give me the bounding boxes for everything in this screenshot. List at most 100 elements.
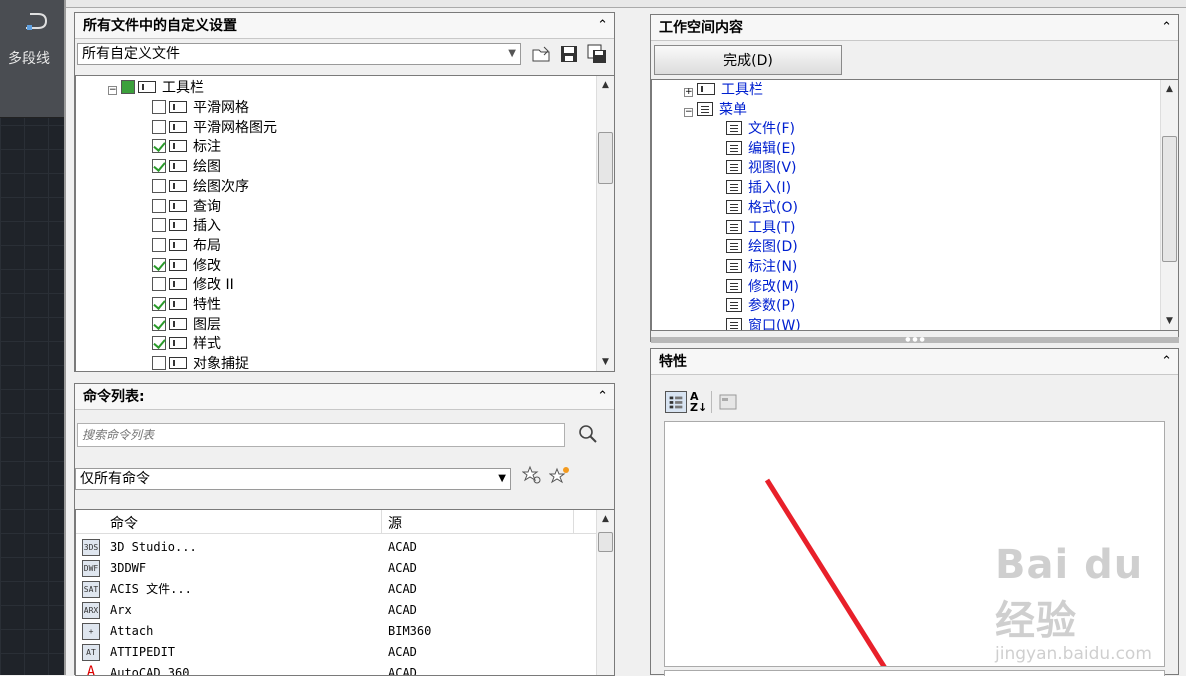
save-as-icon[interactable] [586,43,608,65]
checkbox[interactable] [152,277,166,292]
column-command[interactable]: 命令 [110,513,138,533]
command-grid[interactable]: 命令 源 3DS 3D Studio... ACAD DWF 3DDWF ACAD SAT A… [75,509,615,676]
ws-menu-item[interactable]: 修改(M) [726,278,799,297]
toolbar-item[interactable]: 平滑网格图元 [152,119,277,138]
toolbar-item[interactable]: 修改 II [152,276,234,295]
checkbox[interactable] [152,356,166,371]
ws-menu-item[interactable]: 视图(V) [726,159,797,178]
search-icon[interactable] [577,423,599,445]
customizations-header[interactable]: 所有文件中的自定义设置 ⌃ [75,13,614,39]
toolbar-item[interactable]: 绘图 [152,158,221,177]
checkbox[interactable] [152,139,166,154]
toolbar-item[interactable]: 插入 [152,217,221,236]
collapse-icon[interactable]: ⌃ [1161,349,1172,375]
ws-menu-item[interactable]: 插入(I) [726,179,791,198]
ws-menu-item[interactable]: 标注(N) [726,258,797,277]
table-row[interactable]: + Attach BIM360 [76,621,597,642]
ws-scrollbar[interactable]: ▲ ▼ [1160,80,1178,330]
properties-header[interactable]: 特性 ⌃ [651,349,1178,375]
command-search-input[interactable] [77,423,565,447]
ws-menu-item[interactable]: 格式(O) [726,199,798,218]
toolbar-item[interactable]: 标注 [152,138,221,157]
new-command-icon[interactable] [549,465,571,487]
checkbox[interactable] [152,119,166,134]
menu-icon [726,318,742,330]
tree-scrollbar[interactable]: ▲ ▼ [596,76,614,371]
workspace-header[interactable]: 工作空间内容 ⌃ [651,15,1178,41]
ws-menu-label: 参数(P) [748,298,796,315]
sort-az-icon[interactable]: A Z↓ [687,391,709,413]
ws-menu-item[interactable]: 工具(T) [726,219,795,238]
scroll-down-icon[interactable]: ▼ [1161,312,1178,330]
table-row[interactable]: SAT ACIS 文件... ACAD [76,579,597,600]
ws-node-toolbars[interactable]: + 工具栏 [684,81,763,100]
scroll-thumb[interactable] [1162,136,1177,262]
property-grid[interactable]: Bai du 经验 jingyan.baidu.com [664,421,1165,667]
checkbox[interactable] [152,198,166,213]
ws-node-menus[interactable]: − 菜单 [684,101,747,120]
collapse-icon[interactable]: ⌃ [1161,15,1172,41]
open-file-icon[interactable] [530,43,552,65]
expand-plus-icon[interactable]: + [684,88,693,97]
scroll-up-icon[interactable]: ▲ [597,76,614,94]
collapse-icon[interactable]: ⌃ [597,384,608,410]
table-row[interactable]: 3DS 3D Studio... ACAD [76,537,597,558]
customization-tree[interactable]: − 工具栏 平滑网格 平滑网格图元 标注 绘图 绘图次序 查询 插入 布局 修改 修改 II 特性 图层… [75,75,615,372]
command-filter-select[interactable]: 仅所有命令 ▼ [75,468,511,490]
scroll-up-icon[interactable]: ▲ [1161,80,1178,98]
save-icon[interactable] [558,43,580,65]
table-row[interactable]: DWF 3DDWF ACAD [76,558,597,579]
scroll-thumb[interactable] [598,532,613,552]
checkbox[interactable] [152,218,166,233]
tree-node-toolbars[interactable]: − 工具栏 [108,79,204,98]
ws-menu-label: 窗口(W) [748,318,801,331]
ws-menu-item[interactable]: 绘图(D) [726,238,798,257]
checkbox[interactable] [152,336,166,351]
checkbox[interactable] [152,297,166,311]
ws-menu-item[interactable]: 编辑(E) [726,140,796,159]
table-row[interactable]: AT ATTIPEDIT ACAD [76,642,597,663]
splitter-handle[interactable]: ● ● ● [651,337,1179,343]
menu-icon [726,180,742,195]
checkbox[interactable] [152,178,166,193]
column-source[interactable]: 源 [388,513,402,533]
toolbar-item[interactable]: 样式 [152,335,221,354]
checkbox[interactable] [152,159,166,174]
find-star-icon[interactable] [522,465,544,487]
scroll-thumb[interactable] [598,132,613,184]
toolbar-item[interactable]: 绘图次序 [152,178,249,197]
checkbox[interactable] [152,100,166,114]
table-row[interactable]: ARX Arx ACAD [76,600,597,621]
table-row[interactable]: A AutoCAD 360 ACAD [76,663,597,675]
collapse-icon[interactable]: ⌃ [597,13,608,39]
toolbar-item[interactable]: 图层 [152,316,221,335]
property-pages-icon[interactable] [717,391,739,413]
polyline-label[interactable]: 多段线 [8,48,50,68]
grid-scrollbar[interactable]: ▲ [596,510,614,675]
ws-menu-label: 插入(I) [748,180,792,197]
done-button[interactable]: 完成(D) [654,45,842,75]
toolbar-item[interactable]: 布局 [152,237,221,256]
collapse-minus-icon[interactable]: − [684,108,693,117]
scroll-up-icon[interactable]: ▲ [597,510,614,528]
customization-file-select[interactable]: 所有自定义文件 ▼ [77,43,521,65]
toolbar-item[interactable]: 修改 [152,257,221,276]
categorized-icon[interactable] [665,391,687,413]
command-list-header[interactable]: 命令列表: ⌃ [75,384,614,410]
collapse-minus-icon[interactable]: − [108,86,117,95]
scroll-down-icon[interactable]: ▼ [597,353,614,371]
ws-menu-item[interactable]: 参数(P) [726,297,795,316]
toolbar-item[interactable]: 特性 [152,296,221,315]
checkbox[interactable] [152,257,166,272]
toolbar-item[interactable]: 平滑网格 [152,99,249,118]
polyline-icon[interactable] [24,8,50,34]
ws-menu-item[interactable]: 窗口(W) [726,317,801,331]
checkbox[interactable] [152,237,166,252]
customization-file-value: 所有自定义文件 [82,46,180,62]
toolbar-item[interactable]: 查询 [152,198,221,217]
toolbar-item[interactable]: 对象捕捉 [152,355,249,371]
ws-menu-item[interactable]: 文件(F) [726,120,795,139]
checkbox[interactable] [152,316,166,331]
workspace-tree[interactable]: + 工具栏 − 菜单 文件(F) 编辑(E) 视图(V) 插入(I) 格式(O) 工具(T) 绘… [651,79,1179,331]
partial-check-icon[interactable] [121,80,135,94]
